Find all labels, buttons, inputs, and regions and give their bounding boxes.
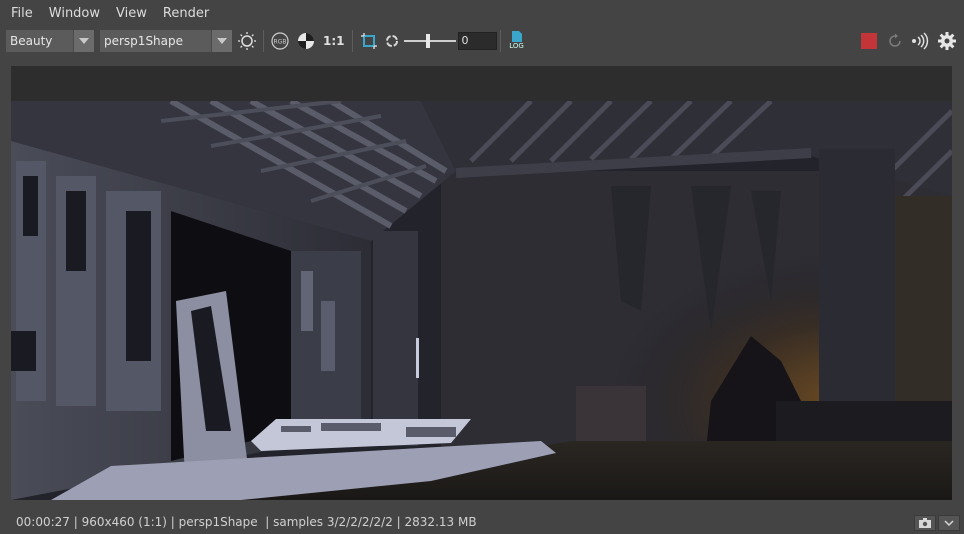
exposure-value-field[interactable]: 0 <box>457 31 497 50</box>
aov-dropdown-arrow-icon[interactable] <box>73 29 94 52</box>
ipr-icon[interactable] <box>910 30 932 52</box>
exposure-icon[interactable] <box>236 30 258 52</box>
status-bar: 00:00:27 | 960x460 (1:1) | persp1Shape |… <box>0 510 964 534</box>
toolbar-divider <box>263 29 264 52</box>
aov-select[interactable]: Beauty <box>6 29 94 52</box>
camera-select-value: persp1Shape <box>104 33 184 48</box>
log-label: LOG <box>509 42 524 50</box>
stop-icon[interactable] <box>858 30 880 52</box>
menu-render[interactable]: Render <box>158 6 214 21</box>
camera-dropdown-arrow-icon[interactable] <box>211 29 232 52</box>
render-viewport[interactable] <box>11 66 952 500</box>
camera-select[interactable]: persp1Shape <box>100 29 232 52</box>
render-toolbar: Beauty persp1Shape RGB 1:1 0 LOG <box>0 27 964 54</box>
chevron-down-icon[interactable] <box>938 515 960 531</box>
exposure-slider[interactable] <box>403 30 456 52</box>
menu-file[interactable]: File <box>6 6 38 21</box>
menu-bar: File Window View Render <box>0 0 964 26</box>
rendered-image <box>11 101 952 500</box>
log-icon[interactable]: LOG <box>506 30 528 52</box>
ratio-button[interactable]: 1:1 <box>323 34 345 48</box>
menu-window[interactable]: Window <box>44 6 105 21</box>
render-status-text: 00:00:27 | 960x460 (1:1) | persp1Shape |… <box>16 515 477 529</box>
svg-text:RGB: RGB <box>274 38 287 45</box>
rgb-icon[interactable]: RGB <box>269 30 291 52</box>
rerender-icon[interactable] <box>884 30 906 52</box>
alpha-icon[interactable] <box>295 30 317 52</box>
toolbar-divider <box>499 29 501 52</box>
aov-select-value: Beauty <box>10 33 53 48</box>
refresh-icon[interactable] <box>384 30 400 52</box>
menu-view[interactable]: View <box>111 6 152 21</box>
toolbar-divider <box>351 29 353 52</box>
snapshot-icon[interactable] <box>914 515 936 531</box>
crop-region-icon[interactable] <box>358 30 380 52</box>
exposure-slider-thumb[interactable] <box>425 33 430 48</box>
settings-icon[interactable] <box>936 30 958 52</box>
exposure-slider-track <box>403 39 456 42</box>
